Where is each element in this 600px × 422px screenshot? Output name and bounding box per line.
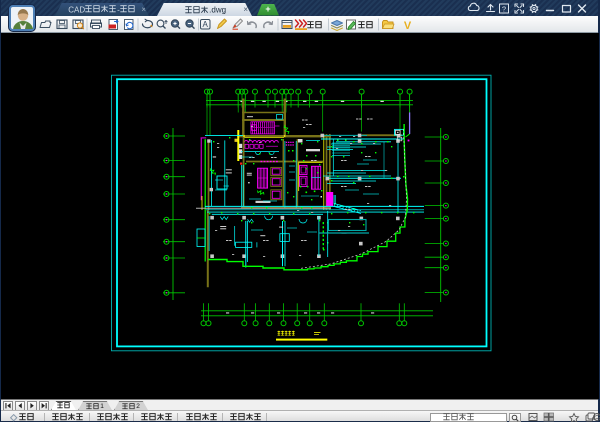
svg-text:V: V	[404, 20, 412, 32]
svg-text:A: A	[203, 20, 209, 29]
svg-text:?: ?	[502, 4, 506, 13]
